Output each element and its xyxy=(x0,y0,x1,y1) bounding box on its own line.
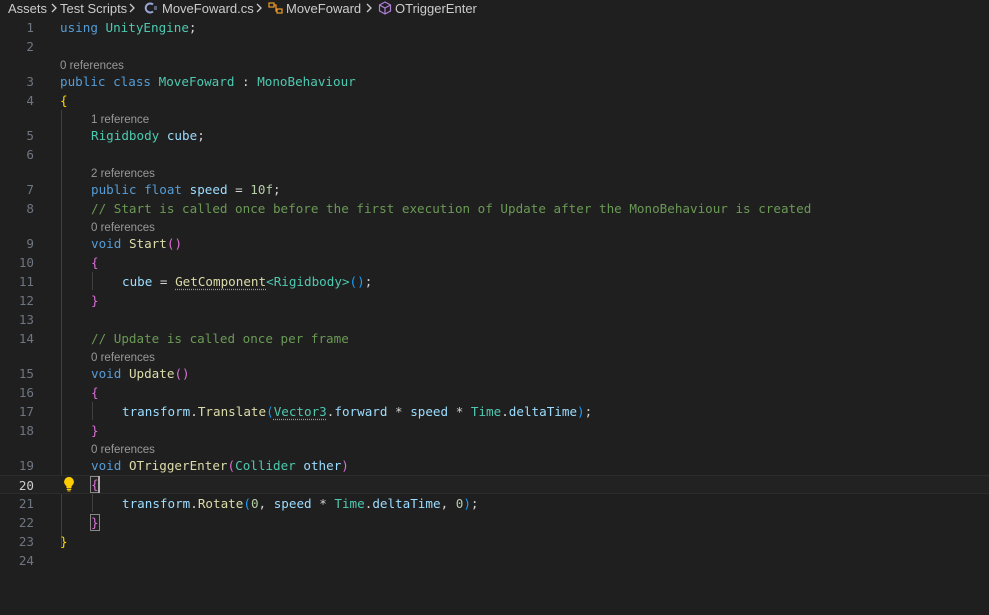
code-line[interactable]: 5 Rigidbody cube; xyxy=(0,126,989,145)
line-number: 3 xyxy=(26,74,34,89)
line-number: 10 xyxy=(18,255,34,270)
breadcrumb: Assets Test Scripts MoveFoward.cs MoveFo… xyxy=(0,0,989,17)
code-line-current[interactable]: 20 { xyxy=(0,475,989,494)
code-line[interactable]: 6 xyxy=(0,145,989,164)
code-text[interactable]: } xyxy=(91,421,99,440)
code-text[interactable]: Rigidbody cube; xyxy=(91,126,205,145)
breadcrumb-item-class[interactable]: MoveFoward xyxy=(286,0,361,17)
line-number: 11 xyxy=(18,274,34,289)
code-line[interactable]: 14 // Update is called once per frame xyxy=(0,329,989,348)
line-number-active: 20 xyxy=(18,478,34,493)
class-symbol-icon xyxy=(268,1,284,15)
code-line[interactable]: 11 cube = GetComponent<Rigidbody>(); xyxy=(0,272,989,291)
code-line[interactable]: 22 } xyxy=(0,513,989,532)
code-line[interactable]: 18 } xyxy=(0,421,989,440)
code-text[interactable]: cube = GetComponent<Rigidbody>(); xyxy=(122,272,372,291)
lightbulb-icon[interactable] xyxy=(63,476,75,492)
code-text[interactable]: void OTriggerEnter(Collider other) xyxy=(91,456,349,475)
code-text[interactable]: { xyxy=(91,383,99,402)
line-number: 14 xyxy=(18,331,34,346)
line-number: 22 xyxy=(18,515,34,530)
line-number: 1 xyxy=(26,20,34,35)
code-comment[interactable]: // Update is called once per frame xyxy=(91,329,349,348)
line-number: 21 xyxy=(18,496,34,511)
code-line[interactable]: 13 xyxy=(0,310,989,329)
method-cube-icon xyxy=(378,1,392,15)
line-number: 12 xyxy=(18,293,34,308)
code-line[interactable]: 15 void Update() xyxy=(0,364,989,383)
line-number: 18 xyxy=(18,423,34,438)
code-line[interactable]: 10 { xyxy=(0,253,989,272)
code-comment[interactable]: // Start is called once before the first… xyxy=(91,199,811,218)
code-line[interactable]: 9 void Start() xyxy=(0,234,989,253)
line-number: 4 xyxy=(26,93,34,108)
line-number: 23 xyxy=(18,534,34,549)
codelens-references[interactable]: 2 references xyxy=(91,167,155,181)
breadcrumb-item-method[interactable]: OTriggerEnter xyxy=(395,0,477,17)
code-line[interactable]: 17 transform.Translate(Vector3.forward *… xyxy=(0,402,989,421)
code-text[interactable]: transform.Rotate(0, speed * Time.deltaTi… xyxy=(122,494,479,513)
code-line[interactable]: 16 { xyxy=(0,383,989,402)
code-text[interactable]: void Start() xyxy=(91,234,182,253)
line-number: 5 xyxy=(26,128,34,143)
line-number: 8 xyxy=(26,201,34,216)
breadcrumb-item-assets[interactable]: Assets xyxy=(8,0,47,17)
chevron-right-icon xyxy=(364,1,374,15)
code-line[interactable]: 3 public class MoveFoward : MonoBehaviou… xyxy=(0,72,989,91)
line-number: 15 xyxy=(18,366,34,381)
line-number: 6 xyxy=(26,147,34,162)
code-line[interactable]: 12 } xyxy=(0,291,989,310)
code-line[interactable]: 24 xyxy=(0,551,989,570)
code-text[interactable]: { xyxy=(60,91,68,110)
codelens-references[interactable]: 0 references xyxy=(91,351,155,365)
code-line[interactable]: 8 // Start is called once before the fir… xyxy=(0,199,989,218)
chevron-right-icon xyxy=(49,1,59,15)
code-line[interactable]: 19 void OTriggerEnter(Collider other) xyxy=(0,456,989,475)
code-line[interactable]: 2 xyxy=(0,37,989,56)
line-number: 13 xyxy=(18,312,34,327)
line-number: 16 xyxy=(18,385,34,400)
breadcrumb-item-file[interactable]: MoveFoward.cs xyxy=(162,0,254,17)
codelens-references[interactable]: 0 references xyxy=(91,443,155,457)
code-text[interactable]: transform.Translate(Vector3.forward * sp… xyxy=(122,402,592,421)
code-line[interactable]: 1 using UnityEngine; xyxy=(0,18,989,37)
codelens-references[interactable]: 1 reference xyxy=(91,113,149,127)
code-text[interactable]: public float speed = 10f; xyxy=(91,180,281,199)
codelens-references[interactable]: 0 references xyxy=(60,59,124,73)
line-number: 2 xyxy=(26,39,34,54)
code-line[interactable]: 4 { xyxy=(0,91,989,110)
code-text[interactable]: } xyxy=(90,513,100,532)
line-number: 19 xyxy=(18,458,34,473)
chevron-right-icon xyxy=(254,1,264,15)
code-text[interactable]: public class MoveFoward : MonoBehaviour xyxy=(60,72,356,91)
text-cursor xyxy=(98,476,100,493)
code-line[interactable]: 23 } xyxy=(0,532,989,551)
line-number: 9 xyxy=(26,236,34,251)
line-number: 17 xyxy=(18,404,34,419)
codelens-references[interactable]: 0 references xyxy=(91,221,155,235)
code-line[interactable]: 21 transform.Rotate(0, speed * Time.delt… xyxy=(0,494,989,513)
chevron-right-icon xyxy=(127,1,137,15)
code-text[interactable]: { xyxy=(91,253,99,272)
code-line[interactable]: 7 public float speed = 10f; xyxy=(0,180,989,199)
line-number: 7 xyxy=(26,182,34,197)
code-text[interactable]: void Update() xyxy=(91,364,190,383)
code-text[interactable]: } xyxy=(60,532,68,551)
line-number: 24 xyxy=(18,553,34,568)
breadcrumb-item-test-scripts[interactable]: Test Scripts xyxy=(60,0,127,17)
code-text[interactable]: using UnityEngine; xyxy=(60,18,197,37)
code-text[interactable]: } xyxy=(91,291,99,310)
csharp-file-icon xyxy=(144,1,158,15)
